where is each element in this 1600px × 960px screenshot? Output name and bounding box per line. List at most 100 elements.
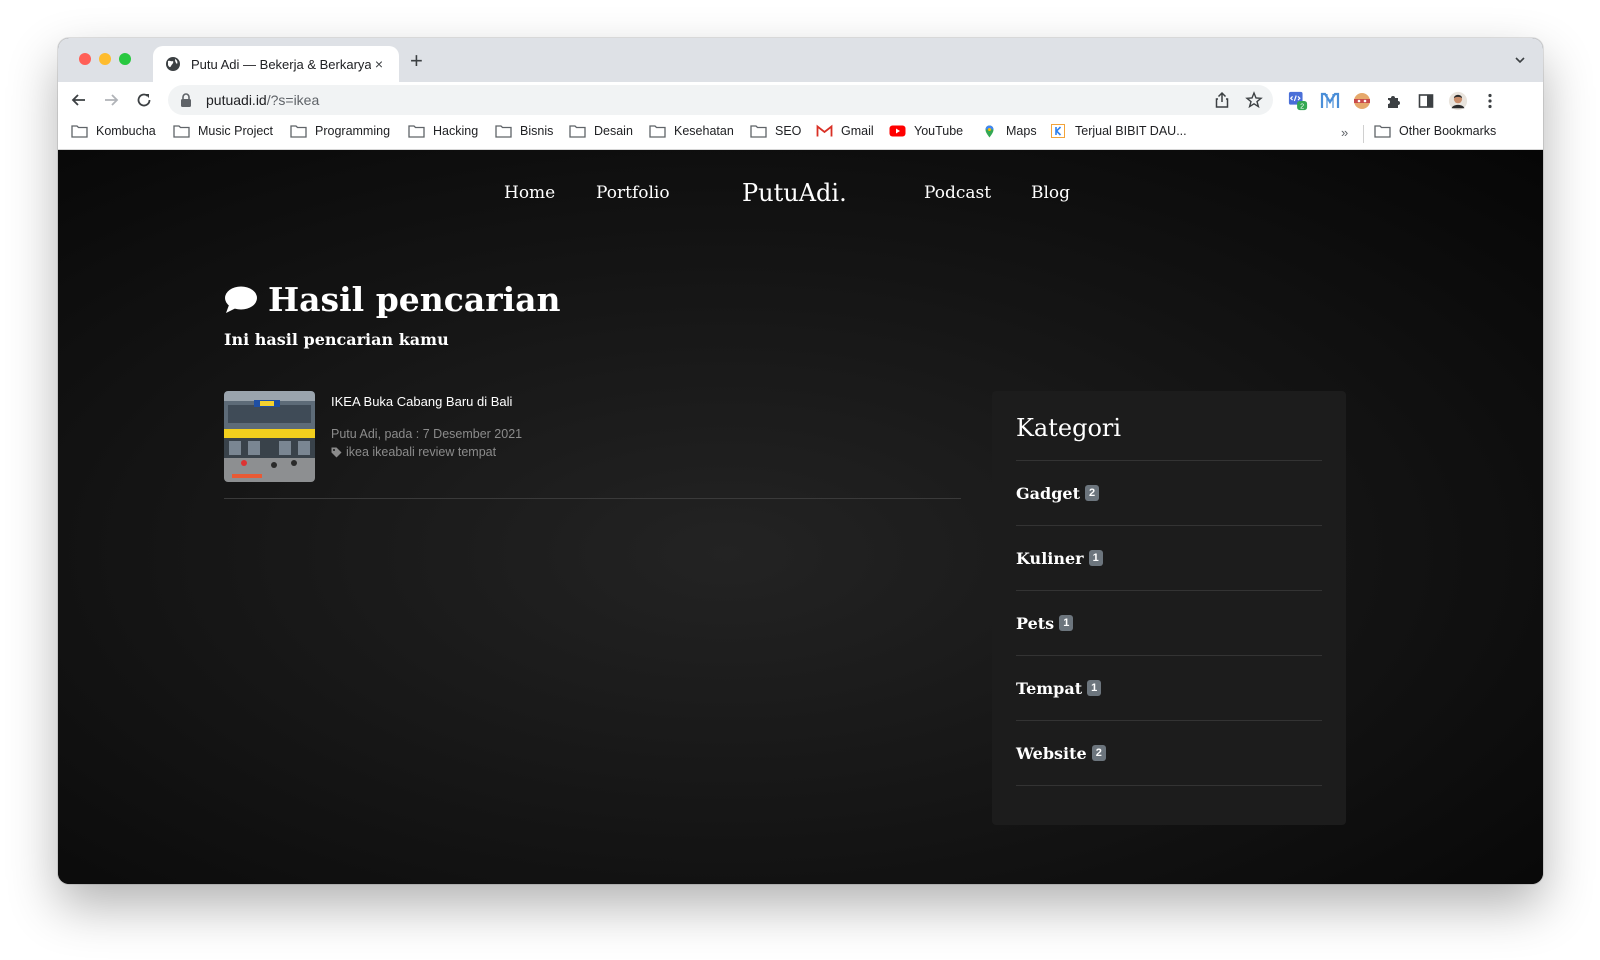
bookmark-label: Maps bbox=[1006, 124, 1037, 138]
extension-badge: 2 bbox=[1300, 101, 1304, 110]
bookmark-label: Programming bbox=[315, 124, 391, 138]
category-list: Gadget 2 Kuliner 1 Pets 1 Tempat 1 Websi… bbox=[1016, 460, 1322, 786]
tab-strip: Putu Adi — Bekerja & Berkarya × + bbox=[58, 38, 1543, 82]
bookmarks-overflow-button[interactable]: » bbox=[1341, 125, 1348, 140]
bookmark-terjual-bibit[interactable]: Terjual BIBIT DAU... bbox=[1050, 124, 1187, 138]
m-extension-icon[interactable] bbox=[1320, 91, 1340, 111]
bookmark-label: Kombucha bbox=[96, 124, 156, 138]
sidebar-title: Kategori bbox=[1016, 414, 1122, 442]
gmail-icon bbox=[816, 124, 833, 138]
nav-portfolio[interactable]: Portfolio bbox=[596, 183, 670, 203]
folder-icon bbox=[569, 124, 586, 138]
comment-icon bbox=[224, 285, 258, 315]
bookmark-maps[interactable]: Maps bbox=[981, 124, 1037, 138]
address-bar[interactable]: putuadi.id /?s=ikea bbox=[168, 85, 1273, 115]
category-item-gadget[interactable]: Gadget 2 bbox=[1016, 461, 1322, 526]
category-item-tempat[interactable]: Tempat 1 bbox=[1016, 656, 1322, 721]
browser-toolbar: putuadi.id /?s=ikea 2 bbox=[58, 82, 1543, 117]
new-tab-button[interactable]: + bbox=[410, 50, 423, 72]
ninja-extension-icon[interactable] bbox=[1352, 91, 1372, 111]
nav-home[interactable]: Home bbox=[504, 183, 555, 203]
browser-window: Putu Adi — Bekerja & Berkarya × + putuad… bbox=[58, 38, 1543, 884]
bookmark-label: Hacking bbox=[433, 124, 479, 138]
chevron-down-icon[interactable] bbox=[1513, 53, 1527, 67]
other-bookmarks[interactable]: Other Bookmarks bbox=[1374, 124, 1496, 138]
category-item-pets[interactable]: Pets 1 bbox=[1016, 591, 1322, 656]
category-name[interactable]: Tempat bbox=[1016, 679, 1082, 698]
bookmark-bisnis[interactable]: Bisnis bbox=[495, 124, 553, 138]
lock-icon[interactable] bbox=[180, 93, 192, 107]
category-count-badge: 1 bbox=[1059, 615, 1074, 631]
youtube-icon bbox=[889, 124, 906, 138]
folder-icon bbox=[1374, 124, 1391, 138]
bookmarks-bar: Kombucha Music Project Programming Hacki… bbox=[58, 117, 1543, 150]
bookmark-label: Bisnis bbox=[520, 124, 554, 138]
folder-icon bbox=[750, 124, 767, 138]
category-name[interactable]: Website bbox=[1016, 744, 1087, 763]
folder-icon bbox=[495, 124, 512, 138]
nav-blog[interactable]: Blog bbox=[1031, 183, 1070, 203]
back-arrow-icon[interactable] bbox=[70, 91, 88, 109]
code-extension-icon[interactable]: 2 bbox=[1288, 91, 1308, 111]
side-panel-icon[interactable] bbox=[1416, 91, 1436, 111]
bookmark-music-project[interactable]: Music Project bbox=[173, 124, 273, 138]
folder-icon bbox=[290, 124, 307, 138]
bookmark-youtube[interactable]: YouTube bbox=[889, 124, 963, 138]
window-close-button[interactable] bbox=[79, 53, 91, 65]
forward-arrow-icon[interactable] bbox=[102, 91, 120, 109]
search-result-item: IKEA Buka Cabang Baru di Bali Putu Adi, … bbox=[224, 391, 961, 499]
page-subtitle: Ini hasil pencarian kamu bbox=[224, 330, 449, 349]
bookmark-gmail[interactable]: Gmail bbox=[816, 124, 874, 138]
bookmark-label: Desain bbox=[594, 124, 633, 138]
site-logo[interactable]: PutuAdi. bbox=[742, 179, 847, 207]
bookmark-kombucha[interactable]: Kombucha bbox=[71, 124, 156, 138]
folder-icon bbox=[649, 124, 666, 138]
bookmark-seo[interactable]: SEO bbox=[750, 124, 801, 138]
tab-close-icon[interactable]: × bbox=[371, 56, 387, 72]
bookmark-star-icon[interactable] bbox=[1245, 91, 1263, 109]
bookmark-label: Terjual BIBIT DAU... bbox=[1075, 124, 1187, 138]
result-title-link[interactable]: IKEA Buka Cabang Baru di Bali bbox=[331, 394, 512, 409]
folder-icon bbox=[71, 124, 88, 138]
page-content: Home Portfolio PutuAdi. Podcast Blog Has… bbox=[58, 150, 1543, 884]
category-item-website[interactable]: Website 2 bbox=[1016, 721, 1322, 786]
result-meta: Putu Adi, pada : 7 Desember 2021 bbox=[331, 427, 523, 441]
category-count-badge: 2 bbox=[1091, 745, 1106, 761]
category-count-badge: 1 bbox=[1088, 550, 1103, 566]
puzzle-icon[interactable] bbox=[1384, 91, 1404, 111]
nav-podcast[interactable]: Podcast bbox=[924, 183, 991, 203]
page-heading: Hasil pencarian bbox=[224, 280, 561, 319]
window-minimize-button[interactable] bbox=[99, 53, 111, 65]
tag-icon bbox=[331, 447, 342, 458]
category-count-badge: 1 bbox=[1087, 680, 1102, 696]
reload-icon[interactable] bbox=[135, 91, 153, 109]
share-icon[interactable] bbox=[1213, 91, 1231, 109]
bookmark-desain[interactable]: Desain bbox=[569, 124, 633, 138]
window-maximize-button[interactable] bbox=[119, 53, 131, 65]
kasir-icon bbox=[1050, 124, 1067, 138]
other-bookmarks-label: Other Bookmarks bbox=[1399, 124, 1497, 138]
bookmark-programming[interactable]: Programming bbox=[290, 124, 390, 138]
category-item-kuliner[interactable]: Kuliner 1 bbox=[1016, 526, 1322, 591]
globe-icon bbox=[165, 56, 181, 72]
kebab-menu-icon[interactable] bbox=[1480, 91, 1500, 111]
bookmarks-divider bbox=[1363, 125, 1364, 143]
result-thumbnail[interactable] bbox=[224, 391, 315, 482]
bookmark-label: SEO bbox=[775, 124, 802, 138]
bookmark-kesehatan[interactable]: Kesehatan bbox=[649, 124, 734, 138]
folder-icon bbox=[173, 124, 190, 138]
category-name[interactable]: Pets bbox=[1016, 614, 1054, 633]
browser-tab-active[interactable]: Putu Adi — Bekerja & Berkarya × bbox=[153, 46, 399, 82]
bookmark-label: YouTube bbox=[914, 124, 964, 138]
profile-avatar[interactable] bbox=[1448, 91, 1468, 111]
category-name[interactable]: Gadget bbox=[1016, 484, 1080, 503]
result-tags-text[interactable]: ikea ikeabali review tempat bbox=[346, 445, 496, 459]
bookmark-label: Music Project bbox=[198, 124, 274, 138]
category-sidebar: Kategori Gadget 2 Kuliner 1 Pets 1 Tempa… bbox=[992, 391, 1346, 825]
url-host: putuadi.id bbox=[206, 92, 267, 108]
category-name[interactable]: Kuliner bbox=[1016, 549, 1084, 568]
category-count-badge: 2 bbox=[1084, 485, 1100, 501]
result-tags: ikea ikeabali review tempat bbox=[331, 445, 496, 459]
url-path: /?s=ikea bbox=[266, 92, 320, 108]
bookmark-hacking[interactable]: Hacking bbox=[408, 124, 478, 138]
